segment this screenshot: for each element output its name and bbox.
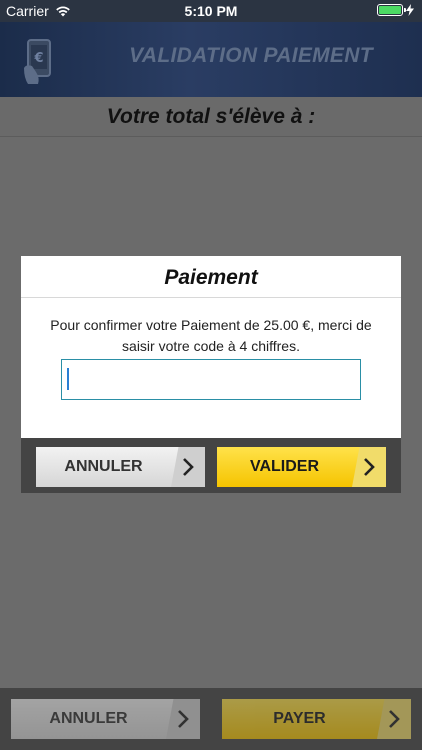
- bottom-cancel-label: ANNULER: [49, 710, 128, 727]
- pay-label: PAYER: [273, 710, 326, 727]
- total-label: Votre total s'élève à :: [106, 105, 316, 128]
- dialog-title: Paiement: [164, 266, 258, 289]
- status-time: 5:10 PM: [184, 3, 238, 19]
- dialog-cancel-label: ANNULER: [64, 458, 143, 475]
- app-header: € VALIDATION PAIEMENT: [0, 22, 422, 97]
- charging-bolt-icon: [406, 4, 414, 16]
- phone-euro-icon: €: [24, 39, 51, 84]
- validate-label: VALIDER: [249, 458, 320, 475]
- bottom-bar: ANNULER PAYER: [0, 688, 422, 750]
- status-bar: Carrier 5:10 PM: [0, 0, 422, 22]
- dialog-cancel-button[interactable]: ANNULER: [36, 447, 205, 487]
- text-caret: [67, 368, 69, 390]
- pay-button[interactable]: PAYER: [222, 699, 411, 739]
- dialog-divider: [21, 297, 401, 298]
- pin-code-input[interactable]: [61, 359, 361, 400]
- battery-group: [377, 4, 414, 16]
- chevron-right-icon: [171, 447, 205, 487]
- total-bar: Votre total s'élève à :: [0, 97, 422, 137]
- battery-icon: [377, 4, 406, 16]
- chevron-right-icon: [377, 699, 411, 739]
- svg-text:€: €: [33, 51, 43, 66]
- dialog-message: Pour confirmer votre Paiement de 25.00 €…: [50, 317, 372, 354]
- chevron-right-icon: [166, 699, 200, 739]
- dialog-button-bar: ANNULER VALIDER: [21, 438, 401, 493]
- validate-button[interactable]: VALIDER: [217, 447, 386, 487]
- chevron-right-icon: [352, 447, 386, 487]
- payment-dialog: Paiement Pour confirmer votre Paiement d…: [21, 256, 401, 438]
- bottom-cancel-button[interactable]: ANNULER: [11, 699, 200, 739]
- page-title: VALIDATION PAIEMENT: [129, 44, 373, 67]
